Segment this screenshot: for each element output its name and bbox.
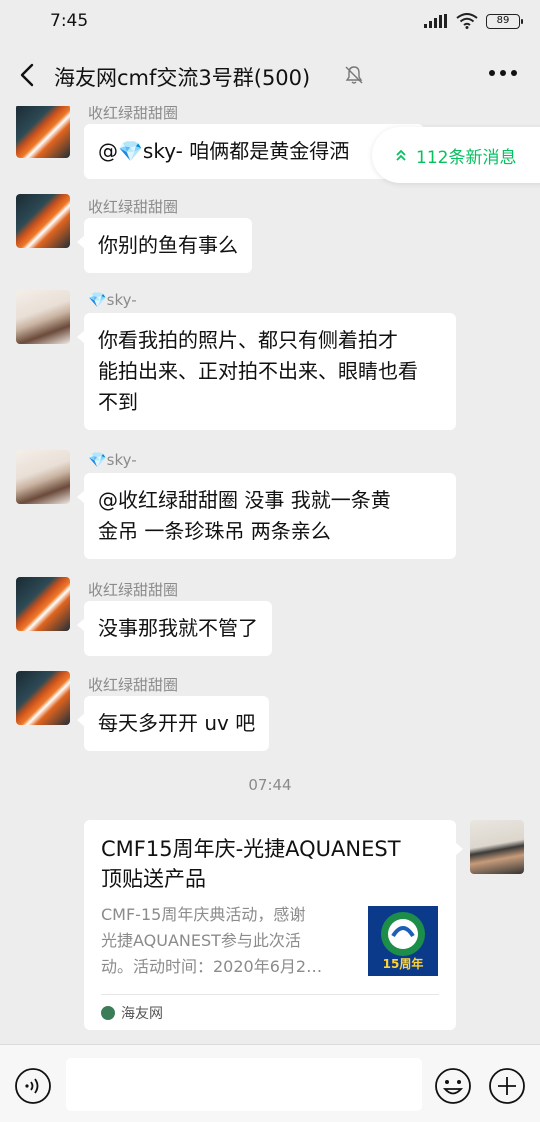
status-bar: 7:45 89 [0,0,540,44]
avatar[interactable] [16,290,70,344]
my-avatar[interactable] [470,820,524,874]
avatar[interactable] [16,671,70,725]
message-line: 金吊 一条珍珠吊 两条亲么 [98,519,331,543]
input-bar [0,1044,540,1122]
message-line: 不到 [98,390,138,414]
message-line: 你看我拍的照片、都只有侧着拍才 [98,328,398,352]
message-input[interactable] [66,1058,422,1111]
message-bubble[interactable]: @收红绿甜甜圈 没事 我就一条黄 金吊 一条珍珠吊 两条亲么 [77,473,456,559]
link-card-title-line: 顶贴送产品 [101,867,206,891]
sender-name: 💎sky- [88,451,137,469]
source-name: 海友网 [121,1006,163,1022]
emoji-icon[interactable] [434,1067,472,1105]
signal-icon [424,14,447,28]
link-card-desc-line: 光捷AQUANEST参与此次活 [101,931,301,950]
status-icons: 89 [424,13,523,29]
message-bubble[interactable]: 每天多开开 uv 吧 [76,696,270,751]
new-messages-label: 112条新消息 [416,147,517,168]
link-card-desc-line: CMF-15周年庆典活动，感谢 [101,905,306,924]
link-card-desc-line: 动。活动时间：2020年6月2… [101,957,323,976]
message-line: @收红绿甜甜圈 没事 我就一条黄 [98,488,391,512]
message-bubble[interactable]: 没事那我就不管了 [77,601,272,656]
message-text: 没事那我就不管了 [98,616,258,640]
sender-name: 收红绿甜甜圈 [88,198,179,216]
link-card-title-line: CMF15周年庆-光捷AQUANEST [101,837,401,861]
message-text: 你别的鱼有事么 [98,233,238,257]
link-card-divider [101,994,439,995]
plus-icon[interactable] [488,1067,526,1105]
wifi-icon [456,13,478,29]
link-card-thumbnail: 15周年 [368,906,438,976]
sender-name: 收红绿甜甜圈 [88,676,179,694]
status-time: 7:45 [50,11,89,31]
link-card-source: 海友网 [101,1003,163,1023]
voice-input-icon[interactable] [14,1067,52,1105]
source-logo-icon [101,1006,115,1020]
link-card-description: CMF-15周年庆典活动，感谢 光捷AQUANEST参与此次活 动。活动时间：2… [101,902,359,980]
link-card-title: CMF15周年庆-光捷AQUANEST 顶贴送产品 [101,834,441,894]
sender-name: 💎sky- [88,291,137,309]
group-title: 海友网cmf交流3号群(500) [54,66,311,90]
mute-bell-icon [345,66,363,84]
link-card[interactable]: CMF15周年庆-光捷AQUANEST 顶贴送产品 CMF-15周年庆典活动，感… [84,820,463,1030]
new-messages-button[interactable]: 112条新消息 [372,127,540,183]
more-options-icon[interactable] [488,68,518,78]
double-chevron-up-icon [396,149,406,161]
message-timestamp: 07:44 [248,776,292,794]
chat-header: 海友网cmf交流3号群(500) [0,44,540,106]
sender-name: 收红绿甜甜圈 [88,581,179,599]
avatar[interactable] [16,577,70,631]
message-line: 能拍出来、正对拍不出来、眼睛也看 [98,359,418,383]
battery-indicator: 89 [486,13,523,29]
message-text: 每天多开开 uv 吧 [98,711,256,735]
sender-name: 收红绿甜甜圈 [88,106,179,122]
back-icon[interactable] [14,60,42,90]
message-text: @💎sky- 咱俩都是黄金得洒 [98,139,350,163]
avatar[interactable] [16,106,70,158]
message-bubble[interactable]: 你别的鱼有事么 [77,218,252,273]
avatar[interactable] [16,450,70,504]
thumb-text: 15周年 [383,956,424,971]
avatar[interactable] [16,194,70,248]
message-bubble[interactable]: 你看我拍的照片、都只有侧着拍才 能拍出来、正对拍不出来、眼睛也看 不到 [77,313,456,430]
anniversary-badge-icon: 15周年 [368,906,438,976]
